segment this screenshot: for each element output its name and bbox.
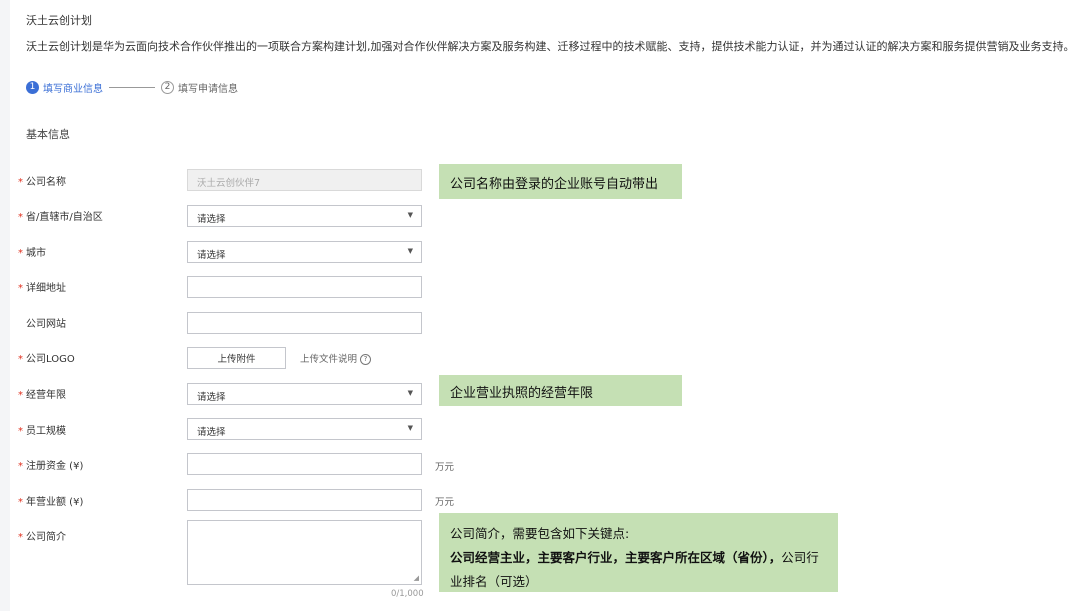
company-intro-textarea[interactable]: ◢	[187, 520, 422, 585]
required-mark: *	[18, 426, 23, 437]
step-1-number[interactable]: 1	[26, 80, 39, 94]
step-2-number[interactable]: 2	[161, 80, 174, 94]
operating-years-value: 请选择	[197, 392, 226, 403]
city-label: * 城市	[18, 248, 46, 259]
company-intro-label: * 公司简介	[18, 532, 66, 543]
logo-label: * 公司LOGO	[18, 354, 75, 365]
operating-years-label: * 经营年限	[18, 390, 66, 401]
staff-size-select[interactable]: 请选择 ▼	[187, 418, 422, 440]
page-title: 沃土云创计划	[26, 14, 92, 27]
annual-revenue-label: * 年营业额 (¥)	[18, 497, 84, 508]
program-description: 沃土云创计划是华为云面向技术合作伙伴推出的一项联合方案构建计划,加强对合作伙伴解…	[26, 40, 1075, 53]
section-title: 基本信息	[26, 128, 70, 141]
website-input[interactable]	[187, 312, 422, 334]
required-mark: *	[18, 532, 23, 543]
step-connector	[109, 86, 155, 88]
registered-capital-unit: 万元	[435, 462, 455, 473]
address-label: * 详细地址	[18, 283, 66, 294]
required-mark: *	[18, 461, 23, 472]
company-name-label: * 公司名称	[18, 177, 66, 188]
stepper: 1 填写商业信息 2 填写申请信息	[26, 79, 238, 95]
city-select-value: 请选择	[197, 250, 226, 261]
required-mark: *	[18, 177, 23, 188]
intro-note-body: 公司经营主业，主要客户行业，主要客户所在区域（省份），公司行业排名（可选）	[450, 546, 827, 594]
chevron-down-icon: ▼	[407, 211, 413, 219]
registered-capital-label: * 注册资金 (¥)	[18, 461, 84, 472]
chevron-down-icon: ▼	[407, 389, 413, 397]
staff-size-value: 请选择	[197, 427, 226, 438]
city-select[interactable]: 请选择 ▼	[187, 241, 422, 263]
company-name-value: 沃土云创伙伴7	[197, 178, 261, 189]
chevron-down-icon: ▼	[407, 424, 413, 432]
page: 沃土云创计划 沃土云创计划是华为云面向技术合作伙伴推出的一项联合方案构建计划,加…	[10, 0, 1080, 611]
upload-attachment-button[interactable]: 上传附件	[187, 347, 286, 369]
address-input[interactable]	[187, 276, 422, 298]
help-icon[interactable]: ?	[360, 354, 372, 365]
company-name-field: 沃土云创伙伴7	[187, 169, 422, 191]
step-1-label[interactable]: 填写商业信息	[43, 80, 103, 95]
chevron-down-icon: ▼	[407, 247, 413, 255]
website-label: 公司网站	[26, 319, 66, 330]
company-name-annotation: 公司名称由登录的企业账号自动带出	[439, 164, 682, 199]
required-mark: *	[18, 497, 23, 508]
company-intro-annotation: 公司简介，需要包含如下关键点: 公司经营主业，主要客户行业，主要客户所在区域（省…	[439, 513, 838, 592]
step-2-label[interactable]: 填写申请信息	[178, 80, 238, 95]
staff-size-label: * 员工规模	[18, 426, 66, 437]
province-label: * 省/直辖市/自治区	[18, 212, 103, 223]
upload-instructions[interactable]: 上传文件说明?	[300, 351, 372, 365]
intro-note-bold: 公司经营主业，主要客户行业，主要客户所在区域（省份），	[450, 550, 782, 565]
registered-capital-input[interactable]	[187, 453, 422, 475]
required-mark: *	[18, 283, 23, 294]
annual-revenue-input[interactable]	[187, 489, 422, 511]
annual-revenue-unit: 万元	[435, 497, 455, 508]
intro-note-line1: 公司简介，需要包含如下关键点:	[450, 526, 630, 541]
province-select-value: 请选择	[197, 214, 226, 225]
required-mark: *	[18, 390, 23, 401]
required-mark: *	[18, 354, 23, 365]
required-mark: *	[18, 248, 23, 259]
resize-handle-icon[interactable]: ◢	[414, 574, 419, 582]
character-counter: 0/1,000	[391, 589, 424, 599]
province-select[interactable]: 请选择 ▼	[187, 205, 422, 227]
operating-years-select[interactable]: 请选择 ▼	[187, 383, 422, 405]
required-mark: *	[18, 212, 23, 223]
operating-years-annotation: 企业营业执照的经营年限	[439, 375, 682, 406]
